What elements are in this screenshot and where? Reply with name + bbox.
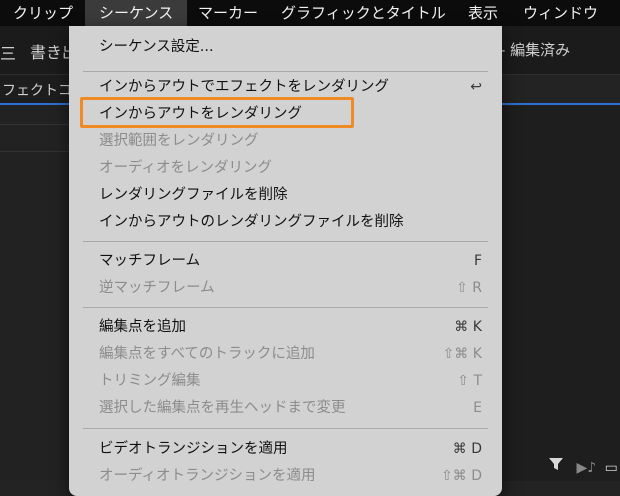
effect-controls-label: フェクトコ <box>2 83 72 99</box>
menu-item-sequence-settings[interactable]: シーケンス設定... <box>69 34 502 60</box>
menu-item-shortcut: F <box>473 253 482 269</box>
return-key-icon: ↩ <box>470 79 482 95</box>
menu-graphics-titles[interactable]: グラフィックとタイトル <box>281 0 446 26</box>
panel-divider <box>0 124 70 125</box>
menu-item-label: インからアウトでエフェクトをレンダリング <box>99 79 389 95</box>
effect-controls-tab[interactable]: フェクトコ <box>0 75 72 103</box>
menu-separator <box>83 428 488 429</box>
menu-window[interactable]: ウィンドウ <box>523 0 598 26</box>
right-panel <box>502 106 620 481</box>
menu-item-shortcut: ⇧⌘ D <box>441 468 482 484</box>
menu-clip[interactable]: クリップ <box>13 0 73 26</box>
menu-item-label: インからアウトのレンダリングファイルを削除 <box>99 214 404 230</box>
menu-item-shortcut: ⇧⌘ K <box>442 346 482 362</box>
menu-item-label: レンダリングファイルを削除 <box>99 187 288 203</box>
menu-separator <box>83 307 488 308</box>
menu-item-trim-edit[interactable]: トリミング編集 ⇧ T <box>69 368 502 394</box>
menu-item-label: ビデオトランジションを適用 <box>99 441 288 457</box>
menu-item-label: 編集点を追加 <box>99 319 186 335</box>
menu-item-label: 選択範囲をレンダリング <box>99 133 259 149</box>
menu-item-shortcut: ⌘ K <box>454 319 482 335</box>
menu-marker[interactable]: マーカー <box>198 0 258 26</box>
panel-menu-icon[interactable]: 三 <box>0 40 16 64</box>
tab-edited[interactable]: - 編集済み <box>500 39 570 60</box>
sequence-dropdown-menu: シーケンス設定... インからアウトでエフェクトをレンダリング ↩ インからアウ… <box>69 26 502 496</box>
active-tab-indicator-right <box>500 103 620 105</box>
menu-item-apply-audio-transition[interactable]: オーディオトランジションを適用 ⇧⌘ D <box>69 463 502 489</box>
menu-item-render-audio[interactable]: オーディオをレンダリング <box>69 155 502 181</box>
menu-item-label: 逆マッチフレーム <box>99 280 215 296</box>
menu-item-label: シーケンス設定... <box>99 39 214 55</box>
menu-item-add-edit-all-tracks[interactable]: 編集点をすべてのトラックに追加 ⇧⌘ K <box>69 341 502 367</box>
menu-item-shortcut: ⌘ D <box>452 441 482 457</box>
menu-item-match-frame[interactable]: マッチフレーム F <box>69 248 502 274</box>
menu-separator <box>83 71 488 72</box>
menu-item-label: オーディオトランジションを適用 <box>99 468 316 484</box>
menu-item-shortcut: E <box>473 400 482 416</box>
play-audio-icon[interactable]: ▶♪ <box>576 460 596 476</box>
panel-toolbar: ▶♪ ▭ <box>548 456 618 476</box>
menu-item-delete-render-files[interactable]: レンダリングファイルを削除 <box>69 182 502 208</box>
active-tab-indicator <box>0 103 70 105</box>
menu-item-add-edit[interactable]: 編集点を追加 ⌘ K <box>69 314 502 340</box>
menu-item-label: 選択した編集点を再生ヘッドまで変更 <box>99 400 346 416</box>
menu-view[interactable]: 表示 <box>468 0 498 26</box>
menu-item-shortcut: ⇧ R <box>456 280 482 296</box>
menu-item-shortcut: ⇧ T <box>457 373 482 389</box>
menu-item-label: インからアウトをレンダリング <box>99 106 302 122</box>
menu-item-label: マッチフレーム <box>99 253 201 269</box>
menu-item-render-effects-in-to-out[interactable]: インからアウトでエフェクトをレンダリング ↩ <box>69 74 502 100</box>
panel-divider <box>0 151 70 152</box>
menu-item-label: 編集点をすべてのトラックに追加 <box>99 346 315 362</box>
menu-item-label: トリミング編集 <box>99 373 201 389</box>
menu-separator <box>83 241 488 242</box>
filter-icon[interactable] <box>548 458 568 476</box>
menu-item-apply-video-transition[interactable]: ビデオトランジションを適用 ⌘ D <box>69 436 502 462</box>
menu-item-render-in-to-out[interactable]: インからアウトをレンダリング <box>69 101 502 127</box>
left-panel <box>0 106 70 481</box>
menu-item-delete-render-files-in-to-out[interactable]: インからアウトのレンダリングファイルを削除 <box>69 209 502 235</box>
menu-item-label: オーディオをレンダリング <box>99 160 272 176</box>
menubar: クリップ シーケンス マーカー グラフィックとタイトル 表示 ウィンドウ <box>0 0 620 26</box>
menu-sequence[interactable]: シーケンス <box>85 0 188 26</box>
menu-item-reverse-match-frame[interactable]: 逆マッチフレーム ⇧ R <box>69 275 502 301</box>
menu-item-render-selection[interactable]: 選択範囲をレンダリング <box>69 128 502 154</box>
menu-item-extend-edit-to-playhead[interactable]: 選択した編集点を再生ヘッドまで変更 E <box>69 395 502 421</box>
clip-icon[interactable]: ▭ <box>605 460 618 476</box>
